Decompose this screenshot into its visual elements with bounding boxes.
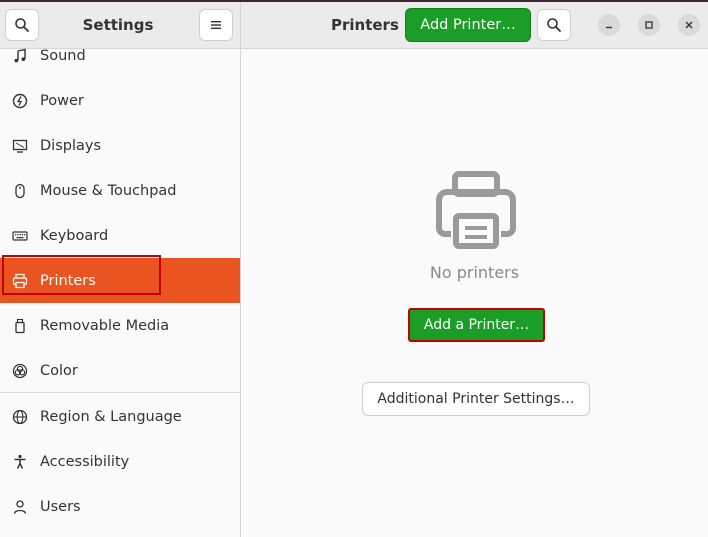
printers-highlight-box — [2, 255, 161, 295]
color-icon — [11, 362, 29, 380]
printer-search-button[interactable] — [537, 9, 571, 41]
sidebar-item-accessibility[interactable]: Accessibility — [0, 439, 240, 484]
sidebar-item-label: Displays — [40, 137, 102, 154]
sidebar-item-displays[interactable]: Displays — [0, 123, 240, 168]
sidebar-item-keyboard[interactable]: Keyboard — [0, 213, 240, 258]
main-header: Printers Add Printer… — [241, 2, 708, 49]
sidebar-item-label: Keyboard — [40, 227, 109, 244]
sidebar-item-label: Region & Language — [40, 408, 182, 425]
sidebar-item-label: Removable Media — [40, 317, 170, 334]
mouse-icon — [11, 182, 29, 200]
page-title: Printers — [331, 16, 399, 34]
accessibility-icon — [11, 453, 29, 471]
sidebar-item-label: Mouse & Touchpad — [40, 182, 177, 199]
globe-icon — [11, 408, 29, 426]
close-icon — [685, 21, 693, 29]
printers-panel: No printers Add a Printer… Additional Pr… — [241, 49, 708, 537]
sidebar-item-label: Sound — [40, 47, 86, 64]
maximize-button[interactable] — [638, 14, 660, 36]
minimize-icon — [606, 26, 612, 29]
sidebar-item-label: Power — [40, 92, 84, 109]
search-icon — [15, 18, 29, 32]
add-a-printer-button[interactable]: Add a Printer… — [408, 308, 545, 342]
sidebar-item-label: Accessibility — [40, 453, 130, 470]
printer-icon — [436, 171, 516, 249]
minimize-button[interactable] — [598, 14, 620, 36]
close-button[interactable] — [678, 14, 700, 36]
music-note-icon — [11, 47, 29, 65]
sidebar-separator — [0, 392, 240, 393]
sidebar-item-sound[interactable]: Sound — [0, 33, 240, 78]
sidebar-item-power[interactable]: Power — [0, 78, 240, 123]
hamburger-menu-icon — [211, 21, 221, 29]
sidebar-item-color[interactable]: Color — [0, 348, 240, 393]
sidebar-item-label: Color — [40, 362, 78, 379]
sidebar-title: Settings — [82, 16, 154, 34]
sidebar-item-label: Users — [40, 498, 81, 515]
maximize-icon — [645, 21, 653, 29]
sidebar-item-removable-media[interactable]: Removable Media — [0, 303, 240, 348]
add-printer-button[interactable]: Add Printer… — [405, 8, 531, 42]
user-icon — [11, 498, 29, 516]
additional-printer-settings-button[interactable]: Additional Printer Settings… — [362, 382, 590, 416]
sidebar-item-users[interactable]: Users — [0, 484, 240, 529]
power-icon — [11, 92, 29, 110]
usb-drive-icon — [11, 317, 29, 335]
search-icon — [547, 18, 561, 32]
empty-state-text: No printers — [429, 263, 520, 282]
sidebar-item-region-language[interactable]: Region & Language — [0, 394, 240, 439]
display-icon — [11, 137, 29, 155]
keyboard-icon — [11, 227, 29, 245]
sidebar-item-mouse-touchpad[interactable]: Mouse & Touchpad — [0, 168, 240, 213]
